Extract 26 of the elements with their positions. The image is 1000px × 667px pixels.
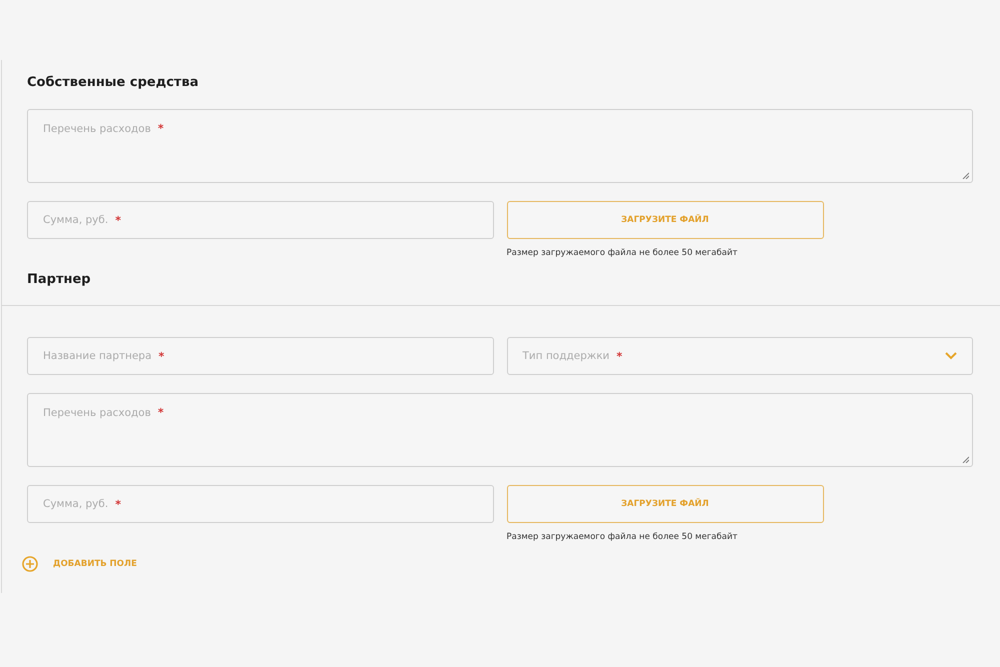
- section-heading: Собственные средства: [27, 75, 200, 90]
- placeholder-text: Перечень расходов: [43, 406, 151, 418]
- required-mark: *: [158, 122, 164, 135]
- placeholder-text: Тип поддержки: [522, 350, 610, 362]
- text-area-field[interactable]: Перечень расходов *: [27, 109, 973, 183]
- placeholder-text: Название партнера: [43, 350, 152, 362]
- input-field[interactable]: Сумма, руб. *: [27, 485, 494, 523]
- resize-handle-icon: [962, 172, 969, 179]
- file-size-note: Размер загружаемого файла не более 50 мегабайт: [506, 248, 738, 258]
- resize-handle-icon: [962, 456, 969, 463]
- plus-circle-icon: [22, 556, 38, 572]
- dropdown-field[interactable]: Тип поддержки *: [506, 337, 973, 375]
- input-field[interactable]: Название партнера *: [27, 337, 494, 375]
- required-mark: *: [616, 350, 622, 362]
- placeholder-text: Перечень расходов: [43, 122, 151, 134]
- required-mark: *: [158, 406, 164, 419]
- section-heading: Партнер: [1, 272, 1000, 306]
- text-area-field[interactable]: Перечень расходов *: [27, 393, 973, 467]
- required-mark: *: [115, 214, 121, 226]
- input-field[interactable]: Сумма, руб. *: [27, 201, 494, 239]
- required-mark: *: [115, 498, 121, 510]
- placeholder-text: Сумма, руб.: [43, 498, 108, 510]
- required-mark: *: [158, 350, 164, 362]
- placeholder-text: Сумма, руб.: [43, 214, 108, 226]
- chevron-down-icon: [945, 352, 957, 360]
- file-size-note: Размер загружаемого файла не более 50 мегабайт: [506, 532, 738, 542]
